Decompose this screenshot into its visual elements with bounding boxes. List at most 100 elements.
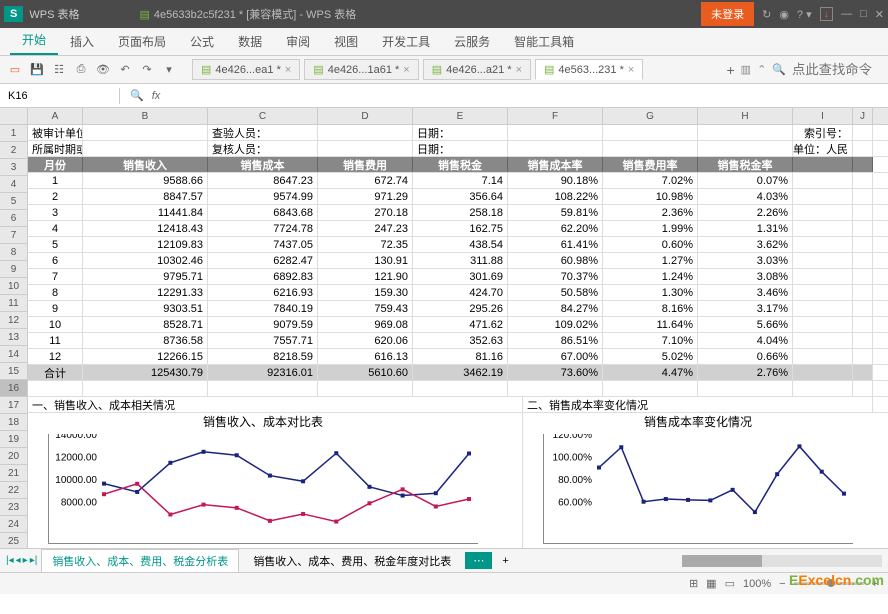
cell[interactable]: 7.10% — [603, 333, 698, 348]
row-header-1[interactable]: 1 — [0, 125, 27, 142]
ribbon-tab-review[interactable]: 审阅 — [274, 28, 322, 55]
zoom-out-icon[interactable]: − — [779, 578, 785, 590]
cell[interactable]: 1.30% — [603, 285, 698, 300]
cell[interactable] — [793, 189, 853, 204]
cell[interactable] — [413, 381, 508, 396]
close-icon[interactable]: × — [628, 64, 634, 76]
col-header-G[interactable]: G — [603, 108, 698, 124]
col-header-J[interactable]: J — [853, 108, 873, 124]
ribbon-tab-formula[interactable]: 公式 — [178, 28, 226, 55]
cell[interactable]: 销售收入 — [83, 157, 208, 172]
cell[interactable]: 12266.15 — [83, 349, 208, 364]
cell[interactable] — [793, 381, 853, 396]
sheet-prev-icon[interactable]: ◂ — [16, 555, 21, 566]
cell[interactable]: 6282.47 — [208, 253, 318, 268]
cell[interactable] — [793, 253, 853, 268]
row-header-12[interactable]: 12 — [0, 312, 27, 329]
row-header-9[interactable]: 9 — [0, 261, 27, 278]
cell[interactable]: 8847.57 — [83, 189, 208, 204]
row-header-14[interactable]: 14 — [0, 346, 27, 363]
cell[interactable] — [853, 253, 873, 268]
cell[interactable] — [853, 237, 873, 252]
cell[interactable]: 7437.05 — [208, 237, 318, 252]
cell[interactable]: 11441.84 — [83, 205, 208, 220]
cell[interactable] — [793, 317, 853, 332]
row-header-4[interactable]: 4 — [0, 176, 27, 193]
fx-search-icon[interactable]: 🔍 — [130, 89, 144, 102]
doc-tab-4[interactable]: ▤4e563...231 *× — [535, 59, 643, 80]
cell[interactable]: 销售成本率 — [508, 157, 603, 172]
cell[interactable] — [793, 237, 853, 252]
cell[interactable]: 356.64 — [413, 189, 508, 204]
cell[interactable]: 108.22% — [508, 189, 603, 204]
cell[interactable]: 1.99% — [603, 221, 698, 236]
cell[interactable]: 3.62% — [698, 237, 793, 252]
cell[interactable]: 9588.66 — [83, 173, 208, 188]
close-icon[interactable]: × — [403, 64, 409, 76]
cell[interactable]: 4.04% — [698, 333, 793, 348]
col-header-I[interactable]: I — [793, 108, 853, 124]
cell[interactable]: 3.03% — [698, 253, 793, 268]
data-area[interactable]: 被审计单位名称：查验人员：日期：索引号：所属时期或截至时间：复核人员：日期：金额… — [28, 125, 888, 548]
cell[interactable]: 8736.58 — [83, 333, 208, 348]
cell[interactable]: 0.66% — [698, 349, 793, 364]
cell[interactable]: 4.47% — [603, 365, 698, 380]
cell[interactable]: 72.35 — [318, 237, 413, 252]
dropdown-icon[interactable]: ▾ — [160, 61, 178, 79]
name-box[interactable]: K16 — [0, 88, 120, 104]
row-header-10[interactable]: 10 — [0, 278, 27, 295]
cell[interactable]: 971.29 — [318, 189, 413, 204]
cell[interactable]: 620.06 — [318, 333, 413, 348]
cell[interactable]: 3.46% — [698, 285, 793, 300]
cell[interactable]: 301.69 — [413, 269, 508, 284]
redo-icon[interactable]: ↷ — [138, 61, 156, 79]
cell[interactable]: 3 — [28, 205, 83, 220]
cell[interactable]: 247.23 — [318, 221, 413, 236]
preview-icon[interactable]: 👁 — [94, 61, 112, 79]
cell[interactable]: 67.00% — [508, 349, 603, 364]
cell[interactable]: 7 — [28, 269, 83, 284]
row-header-24[interactable]: 24 — [0, 516, 27, 533]
cell[interactable] — [793, 285, 853, 300]
row-header-22[interactable]: 22 — [0, 482, 27, 499]
cell[interactable]: 7724.78 — [208, 221, 318, 236]
cell[interactable]: 121.90 — [318, 269, 413, 284]
cell[interactable]: 616.13 — [318, 349, 413, 364]
cell[interactable] — [698, 141, 793, 156]
cell[interactable]: 所属时期或截至时间： — [28, 141, 83, 156]
cell[interactable]: 8 — [28, 285, 83, 300]
cell[interactable]: 424.70 — [413, 285, 508, 300]
cell[interactable]: 8647.23 — [208, 173, 318, 188]
row-header-11[interactable]: 11 — [0, 295, 27, 312]
doc-tab-3[interactable]: ▤4e426...a21 *× — [423, 59, 531, 80]
cell[interactable]: 61.41% — [508, 237, 603, 252]
cell[interactable]: 7840.19 — [208, 301, 318, 316]
cell[interactable]: 查验人员： — [208, 125, 318, 140]
cell[interactable] — [853, 221, 873, 236]
ribbon-tab-insert[interactable]: 插入 — [58, 28, 106, 55]
cell[interactable] — [853, 301, 873, 316]
cell[interactable]: 销售税金 — [413, 157, 508, 172]
view-normal-icon[interactable]: ⊞ — [689, 577, 698, 590]
cell[interactable] — [28, 381, 83, 396]
cell[interactable]: 759.43 — [318, 301, 413, 316]
cell[interactable] — [853, 349, 873, 364]
cell[interactable]: 109.02% — [508, 317, 603, 332]
cell[interactable]: 50.58% — [508, 285, 603, 300]
cell[interactable]: 2 — [28, 189, 83, 204]
save-icon[interactable]: 💾 — [28, 61, 46, 79]
ribbon-tab-cloud[interactable]: 云服务 — [442, 28, 502, 55]
cell[interactable] — [793, 333, 853, 348]
tab-list-icon[interactable]: ▥ — [741, 63, 751, 76]
cell[interactable]: 10 — [28, 317, 83, 332]
cell[interactable] — [853, 157, 873, 172]
help-icon[interactable]: ? ▾ — [797, 8, 812, 21]
new-icon[interactable]: ▭ — [6, 61, 24, 79]
cell[interactable]: 471.62 — [413, 317, 508, 332]
cell[interactable] — [318, 381, 413, 396]
cell[interactable]: 86.51% — [508, 333, 603, 348]
sheet-tab-2[interactable]: 销售收入、成本、费用、税金年度对比表 — [243, 550, 461, 572]
horizontal-scrollbar[interactable] — [682, 555, 882, 567]
cell[interactable]: 12109.83 — [83, 237, 208, 252]
cell[interactable]: 11.64% — [603, 317, 698, 332]
